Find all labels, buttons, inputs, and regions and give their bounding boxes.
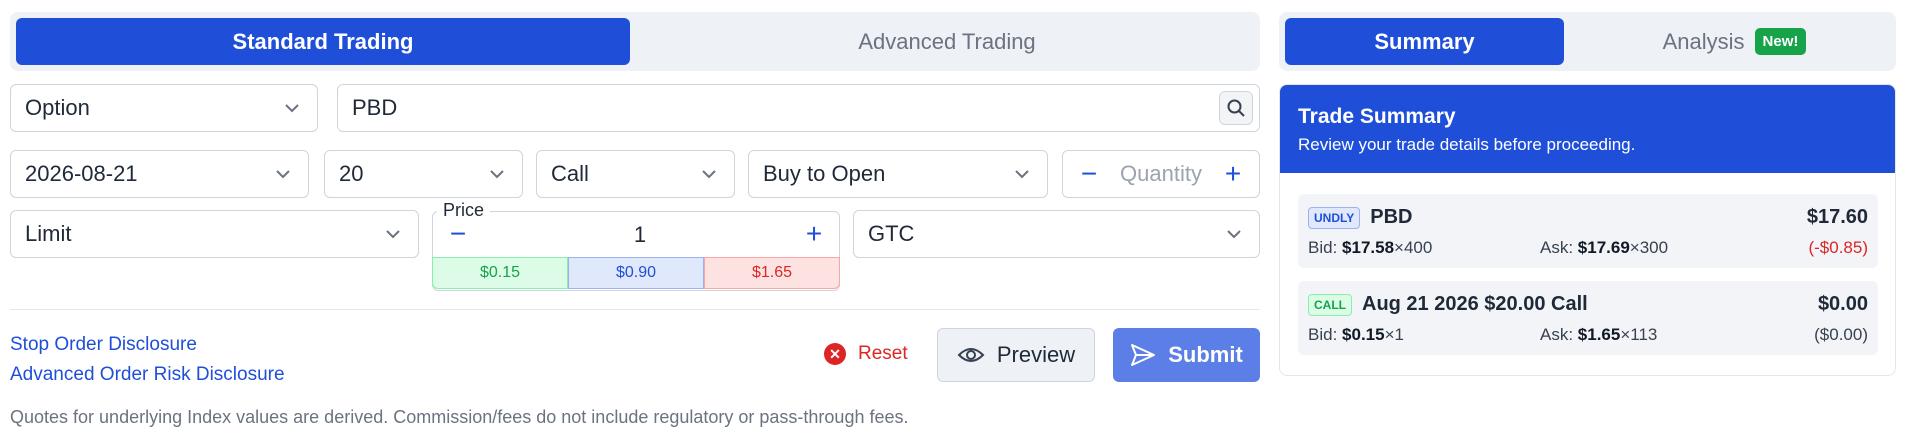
quantity-stepper[interactable]: − Quantity + [1062, 150, 1260, 198]
option-ask-size: ×113 [1620, 325, 1658, 344]
trading-mode-tabs: Standard Trading Advanced Trading [10, 12, 1260, 71]
option-change: ($0.00) [1814, 325, 1868, 344]
underlying-card: UNDLY PBD $17.60 Bid: $17.58×400 Ask: $1… [1298, 194, 1878, 268]
symbol-value: PBD [352, 95, 398, 120]
preview-label: Preview [996, 342, 1076, 367]
stop-order-disclosure-link[interactable]: Stop Order Disclosure [10, 334, 197, 356]
option-bid-size: ×1 [1384, 325, 1404, 344]
underlying-change: (-$0.85) [1808, 238, 1868, 257]
tab-summary[interactable]: Summary [1285, 18, 1564, 65]
security-type-select[interactable]: Option [10, 84, 318, 132]
bid-price-chip[interactable]: $0.15 [432, 257, 568, 289]
chevron-down-icon [1223, 223, 1245, 245]
option-bid-label: Bid: [1308, 325, 1338, 344]
chevron-down-icon [382, 223, 404, 245]
chevron-down-icon [1011, 163, 1033, 185]
option-bid: $0.15 [1342, 325, 1385, 344]
quantity-placeholder: Quantity [1120, 161, 1202, 186]
option-price: $0.00 [1817, 293, 1868, 315]
price-decrement-button[interactable]: − [446, 220, 470, 248]
reset-button[interactable]: ✕ Reset [824, 343, 908, 365]
option-description: Aug 21 2026 $20.00 Call [1362, 293, 1588, 315]
chevron-down-icon [698, 163, 720, 185]
tab-advanced-trading[interactable]: Advanced Trading [640, 18, 1254, 65]
underlying-bid-size: ×400 [1394, 238, 1433, 257]
action-select[interactable]: Buy to Open [748, 150, 1048, 198]
underlying-ask: $17.69 [1577, 238, 1630, 257]
chevron-down-icon [281, 97, 303, 119]
chevron-down-icon [272, 163, 294, 185]
quotes-footnote: Quotes for underlying Index values are d… [10, 407, 909, 427]
order-type-value: Limit [25, 221, 72, 246]
close-icon: ✕ [824, 343, 846, 365]
side-panel-tabs: Summary Analysis New! [1279, 12, 1896, 71]
increment-button[interactable]: + [1221, 160, 1245, 188]
reset-label: Reset [858, 343, 908, 364]
underlying-symbol: PBD [1370, 206, 1413, 228]
tab-standard-trading[interactable]: Standard Trading [16, 18, 630, 65]
underlying-ask-label: Ask: [1540, 238, 1574, 257]
trade-summary-panel: Trade Summary Review your trade details … [1279, 84, 1896, 376]
price-value[interactable]: 1 [620, 222, 660, 248]
option-type-select[interactable]: Call [536, 150, 735, 198]
strike-value: 20 [339, 161, 364, 186]
underlying-ask-size: ×300 [1629, 238, 1669, 257]
call-tag: CALL [1308, 293, 1352, 316]
underlying-bid: $17.58 [1342, 238, 1395, 257]
order-type-select[interactable]: Limit [10, 210, 419, 258]
expiration-value: 2026-08-21 [25, 161, 138, 186]
eye-icon [957, 348, 985, 362]
send-icon [1131, 344, 1156, 366]
trade-summary-subtitle: Review your trade details before proceed… [1298, 135, 1636, 154]
option-ask: $1.65 [1577, 325, 1621, 344]
option-type-value: Call [551, 161, 589, 186]
tab-analysis[interactable]: Analysis New! [1579, 18, 1890, 65]
trade-summary-title: Trade Summary [1298, 105, 1456, 128]
ask-price-chip[interactable]: $1.65 [704, 257, 840, 289]
time-in-force-select[interactable]: GTC [853, 210, 1260, 258]
option-card: CALL Aug 21 2026 $20.00 Call $0.00 Bid: … [1298, 281, 1878, 355]
trade-summary-header: Trade Summary Review your trade details … [1280, 85, 1895, 173]
security-type-value: Option [25, 95, 90, 120]
mid-price-chip[interactable]: $0.90 [568, 257, 704, 289]
expiration-select[interactable]: 2026-08-21 [10, 150, 309, 198]
action-value: Buy to Open [763, 161, 886, 186]
new-badge: New! [1754, 28, 1807, 55]
price-increment-button[interactable]: + [802, 220, 826, 248]
submit-label: Submit [1168, 342, 1243, 367]
underlying-bid-label: Bid: [1308, 238, 1338, 257]
chevron-down-icon [486, 163, 508, 185]
underlying-tag: UNDLY [1308, 206, 1361, 229]
symbol-input[interactable]: PBD [337, 84, 1260, 132]
advanced-order-risk-disclosure-link[interactable]: Advanced Order Risk Disclosure [10, 364, 285, 386]
underlying-price: $17.60 [1806, 206, 1868, 228]
option-ask-label: Ask: [1540, 325, 1574, 344]
decrement-button[interactable]: − [1077, 160, 1101, 188]
preview-button[interactable]: Preview [937, 328, 1095, 382]
strike-select[interactable]: 20 [324, 150, 523, 198]
analysis-label: Analysis [1662, 28, 1745, 54]
search-icon[interactable] [1219, 91, 1253, 125]
submit-button[interactable]: Submit [1113, 328, 1260, 382]
divider [10, 309, 1260, 310]
time-in-force-value: GTC [868, 221, 915, 246]
